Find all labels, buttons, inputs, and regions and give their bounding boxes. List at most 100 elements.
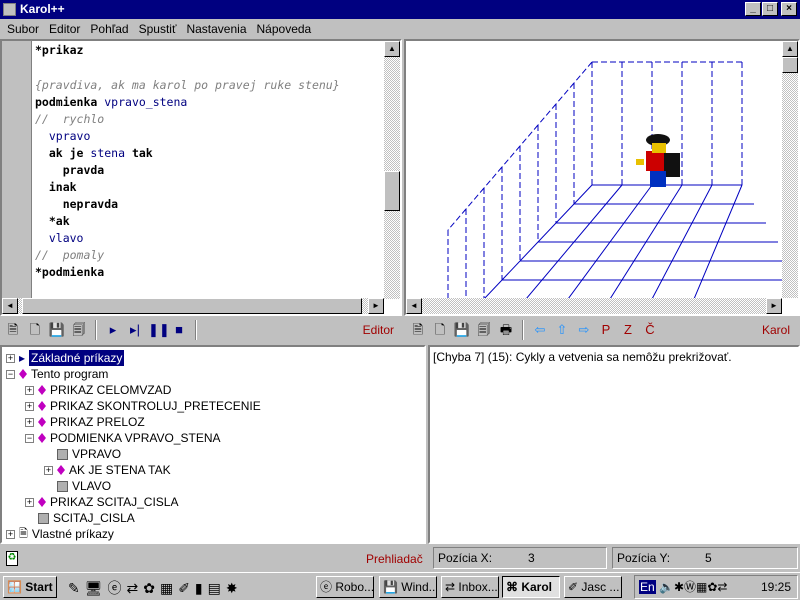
expand-icon[interactable]: +: [25, 401, 34, 411]
app-icon: [3, 3, 16, 16]
message-panel: [Chyba 7] (15): Cykly a vetvenia sa nemô…: [428, 345, 800, 544]
tree-item[interactable]: +VPRAVO: [44, 446, 121, 462]
tray-icons[interactable]: 🔈✱Ⓦ▦✿⇄: [659, 580, 727, 594]
code-line: vpravo: [35, 128, 340, 145]
menu-0[interactable]: Subor: [2, 19, 44, 38]
collapse-icon[interactable]: −: [25, 433, 34, 443]
scroll-up-button[interactable]: ▲: [782, 41, 798, 57]
pick-brick-button[interactable]: Z: [619, 321, 637, 339]
task-label: Inbox...: [458, 580, 498, 594]
close-button[interactable]: ×: [781, 2, 797, 16]
tree-item-label: Základné príkazy: [29, 350, 125, 366]
code-token: nepravda: [35, 197, 119, 211]
scroll-left-button[interactable]: ◄: [2, 298, 18, 314]
scroll-up-button[interactable]: ▲: [384, 41, 400, 57]
arrow-left-icon[interactable]: ⇦: [531, 321, 549, 339]
open-world-icon[interactable]: 🗋: [431, 321, 449, 339]
world-3d-grid: [447, 61, 782, 298]
collapse-icon[interactable]: −: [6, 369, 15, 379]
code-line: // pomaly: [35, 247, 340, 264]
expand-icon[interactable]: +: [25, 497, 34, 507]
code-line: *podmienka: [35, 264, 340, 281]
scroll-thumb[interactable]: [782, 57, 798, 73]
world-horizontal-scrollbar[interactable]: ◄ ►: [406, 298, 782, 314]
minimize-button[interactable]: _: [745, 2, 761, 16]
run-icon[interactable]: ▸: [104, 321, 122, 339]
taskbar-button[interactable]: ⇄ Inbox...: [441, 576, 499, 598]
tree-item[interactable]: + AK JE STENA TAK: [44, 462, 171, 478]
command-tree[interactable]: + ▸ Základné príkazy − Tento program + PRIKAZ …: [0, 345, 426, 544]
arrow-right-icon[interactable]: ⇨: [575, 321, 593, 339]
tree-item[interactable]: − PODMIENKA VPRAVO_STENA: [25, 430, 221, 446]
put-brick-button[interactable]: P: [597, 321, 615, 339]
print-icon[interactable]: 🖶: [497, 321, 515, 339]
task-icon: ✐: [568, 580, 582, 594]
save-all-icon[interactable]: 🗐: [475, 321, 493, 339]
open-file-icon[interactable]: 🗋: [26, 321, 44, 339]
step-icon[interactable]: ▸|: [126, 321, 144, 339]
expand-icon[interactable]: +: [6, 353, 15, 363]
tree-item[interactable]: − Tento program: [6, 366, 108, 382]
language-indicator[interactable]: En: [639, 580, 656, 594]
expand-icon[interactable]: +: [44, 465, 53, 475]
start-button[interactable]: 🪟 Start: [3, 576, 57, 598]
editor-label: Editor: [362, 323, 394, 337]
editor-vertical-scrollbar[interactable]: ▲: [384, 41, 400, 299]
save-icon[interactable]: 💾: [453, 321, 471, 339]
new-world-icon[interactable]: 🗎: [409, 321, 427, 339]
arrow-up-icon[interactable]: ⇧: [553, 321, 571, 339]
code-line: podmienka vpravo_stena: [35, 94, 340, 111]
karol-world-view[interactable]: ▲ ◄ ►: [404, 39, 800, 316]
menu-5[interactable]: Nápoveda: [252, 19, 317, 38]
save-all-icon[interactable]: 🗐: [70, 321, 88, 339]
taskbar-button[interactable]: ✐ Jasc ...: [564, 576, 622, 598]
menu-3[interactable]: Spustiť: [134, 19, 182, 38]
scroll-thumb[interactable]: [22, 298, 362, 314]
editor-horizontal-scrollbar[interactable]: ◄ ►: [2, 298, 384, 314]
expand-icon[interactable]: +: [25, 385, 34, 395]
tree-item[interactable]: + 🗎 Vlastné príkazy: [6, 526, 114, 542]
menu-1[interactable]: Editor: [44, 19, 85, 38]
scroll-right-button[interactable]: ►: [368, 298, 384, 314]
taskbar-button[interactable]: ⌘ Karol: [502, 576, 560, 598]
save-icon[interactable]: 💾: [48, 321, 66, 339]
maximize-button[interactable]: □: [762, 2, 778, 16]
code-line: *prikaz: [35, 42, 340, 59]
tree-item[interactable]: +VLAVO: [44, 478, 111, 494]
menu-2[interactable]: Pohľad: [85, 19, 133, 38]
tree-item[interactable]: + PRIKAZ SCITAJ_CISLA: [25, 494, 178, 510]
code-text[interactable]: *prikaz {pravdiva, ak ma karol po pravej …: [35, 41, 340, 281]
wall-line: [501, 145, 521, 168]
clear-button[interactable]: Č: [641, 321, 659, 339]
scroll-left-button[interactable]: ◄: [406, 298, 422, 314]
taskbar-button[interactable]: 💾 Wind...: [379, 576, 437, 598]
command-diamond-icon: [57, 465, 65, 475]
tree-item[interactable]: + ▸ Základné príkazy: [6, 350, 125, 366]
code-editor[interactable]: *prikaz {pravdiva, ak ma karol po pravej …: [0, 39, 402, 316]
toolbar-separator: [195, 320, 197, 340]
scroll-right-button[interactable]: ►: [766, 298, 782, 314]
new-file-icon[interactable]: 🗎: [4, 321, 22, 339]
tree-item[interactable]: +SCITAJ_CISLA: [25, 510, 135, 526]
karol-robot: [636, 134, 680, 187]
scroll-thumb[interactable]: [384, 171, 400, 211]
position-y-panel: Pozícia Y: 5: [612, 547, 798, 569]
tree-item[interactable]: + PRIKAZ CELOMVZAD: [25, 382, 171, 398]
stop-icon[interactable]: ■: [170, 321, 188, 339]
tree-item-label: PRIKAZ PRELOZ: [50, 415, 145, 429]
pause-icon[interactable]: ❚❚: [148, 321, 170, 339]
wall-line: [483, 166, 503, 189]
task-icon: ⌘: [506, 580, 522, 594]
refresh-icon[interactable]: ♻: [6, 551, 18, 566]
tree-item[interactable]: + PRIKAZ SKONTROLUJ_PRETECENIE: [25, 398, 261, 414]
tree-item[interactable]: + PRIKAZ PRELOZ: [25, 414, 145, 430]
quick-launch-icons[interactable]: ✎🖥ⓔ⇄✿▦✐▮▤✸: [68, 578, 243, 598]
task-icon: 💾: [383, 580, 402, 594]
world-vertical-scrollbar[interactable]: ▲: [782, 41, 798, 298]
expand-icon[interactable]: +: [6, 529, 15, 539]
window-title: Karol++: [20, 2, 65, 16]
taskbar-button[interactable]: ⓔ Robo...: [316, 576, 374, 598]
menu-4[interactable]: Nastavenia: [181, 19, 251, 38]
expand-icon[interactable]: +: [25, 417, 34, 427]
